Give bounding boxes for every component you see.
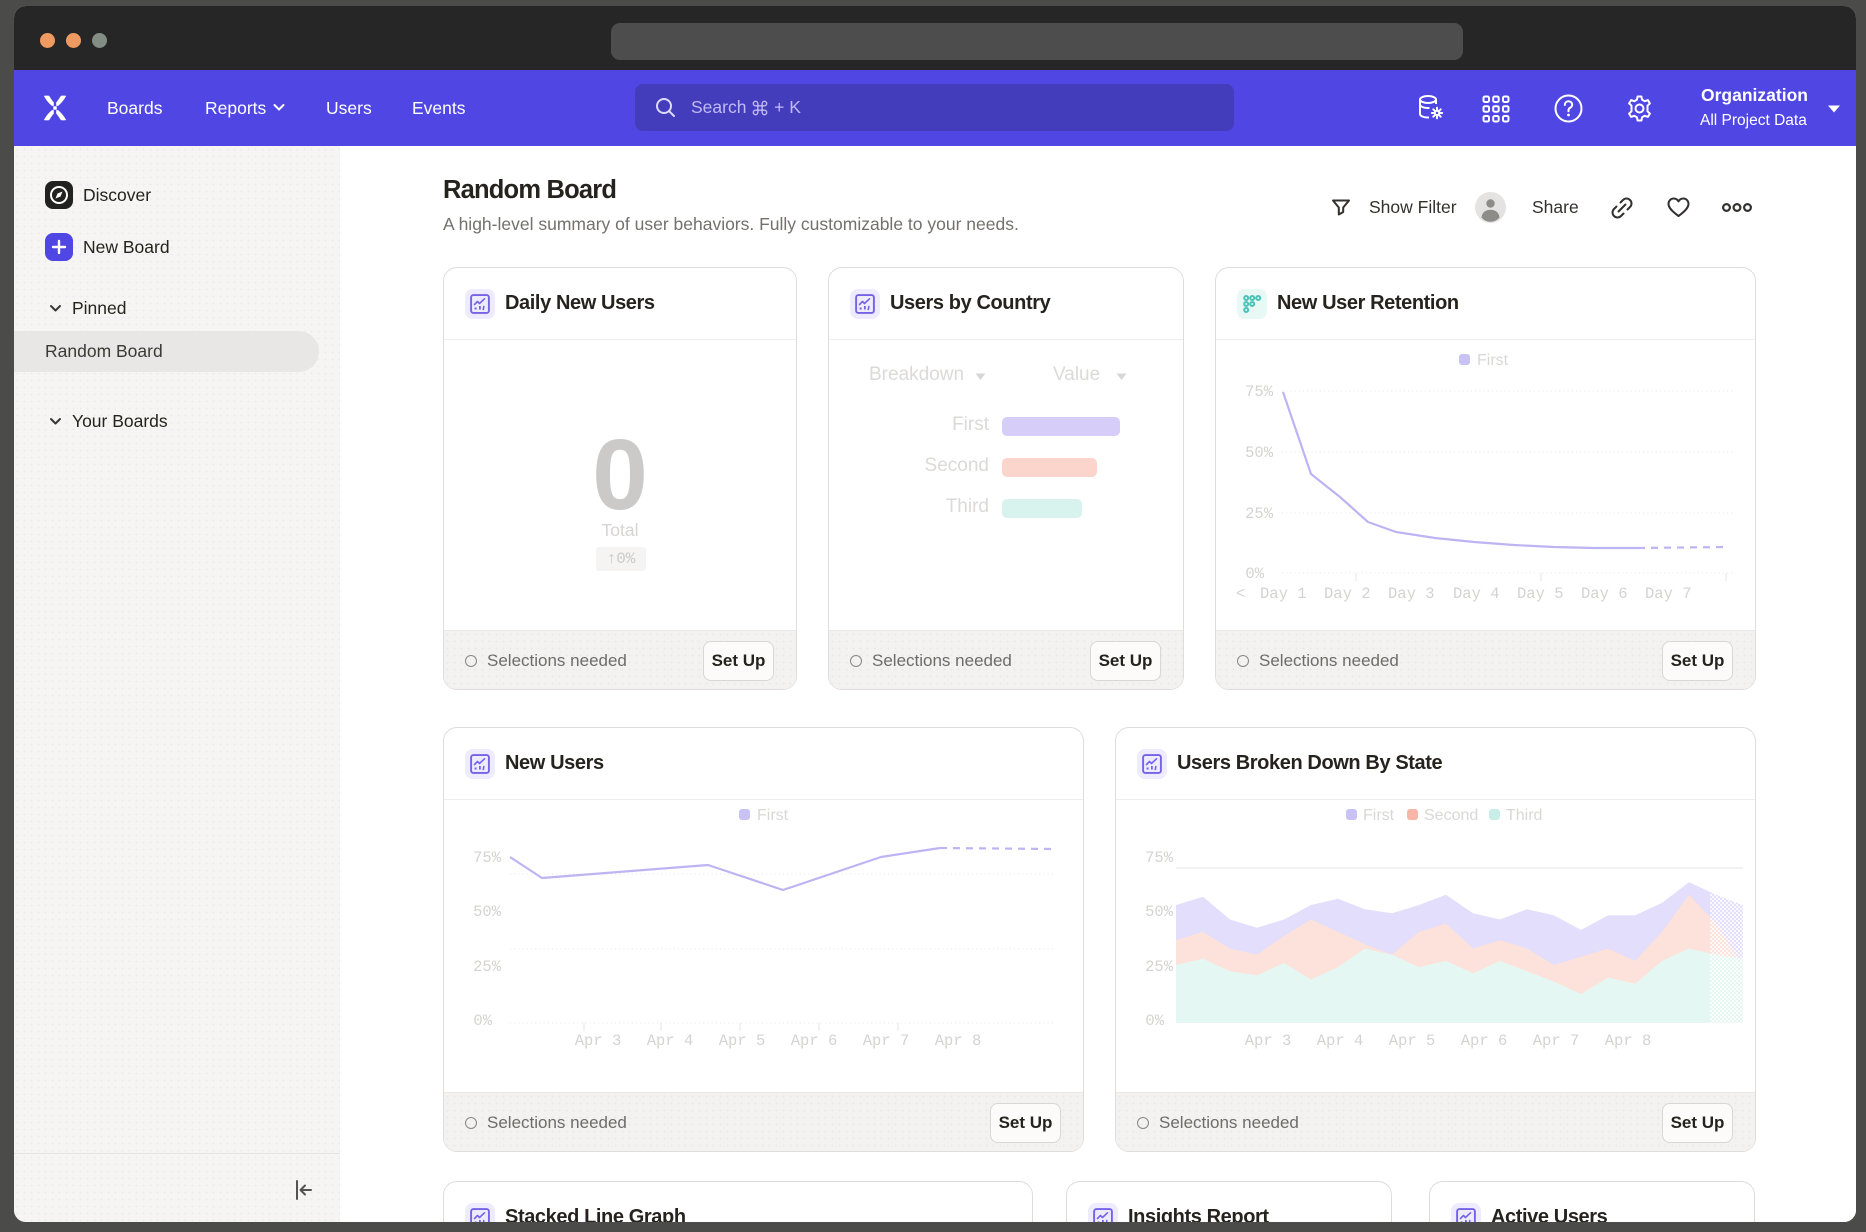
svg-text:Day 4: Day 4 [1453,585,1500,603]
svg-text:75%: 75% [1145,849,1174,867]
svg-text:Apr 3: Apr 3 [1245,1032,1292,1050]
svg-text:Apr 4: Apr 4 [1317,1032,1364,1050]
svg-text:75%: 75% [473,849,502,867]
svg-text:Apr 3: Apr 3 [575,1032,622,1050]
svg-text:Apr 5: Apr 5 [1389,1032,1436,1050]
svg-text:Day 2: Day 2 [1324,585,1371,603]
svg-text:First: First [757,807,789,824]
svg-text:50%: 50% [1245,444,1274,462]
svg-text:Apr 7: Apr 7 [1533,1032,1580,1050]
svg-text:Day 3: Day 3 [1388,585,1435,603]
svg-text:First: First [1477,352,1509,369]
svg-text:25%: 25% [1245,505,1274,523]
svg-text:Third: Third [1506,807,1542,824]
svg-text:Apr 6: Apr 6 [791,1032,838,1050]
svg-text:50%: 50% [1145,903,1174,921]
svg-text:Day 1: Day 1 [1260,585,1307,603]
svg-text:Apr 6: Apr 6 [1461,1032,1508,1050]
svg-text:Apr 8: Apr 8 [935,1032,982,1050]
svg-text:Apr 7: Apr 7 [863,1032,910,1050]
svg-text:Apr 5: Apr 5 [719,1032,766,1050]
svg-text:Apr 4: Apr 4 [647,1032,694,1050]
svg-text:75%: 75% [1245,383,1274,401]
svg-text:50%: 50% [473,903,502,921]
svg-text:Day 6: Day 6 [1581,585,1628,603]
svg-text:<: < [1236,585,1245,603]
svg-text:First: First [1363,807,1395,824]
svg-text:Day 5: Day 5 [1517,585,1564,603]
svg-text:0%: 0% [473,1012,492,1030]
svg-text:25%: 25% [1145,958,1174,976]
svg-text:Second: Second [1424,807,1478,824]
svg-text:0%: 0% [1145,1012,1164,1030]
svg-text:Apr 8: Apr 8 [1605,1032,1652,1050]
svg-text:25%: 25% [473,958,502,976]
svg-text:0%: 0% [1245,565,1264,583]
svg-text:Day 7: Day 7 [1645,585,1692,603]
